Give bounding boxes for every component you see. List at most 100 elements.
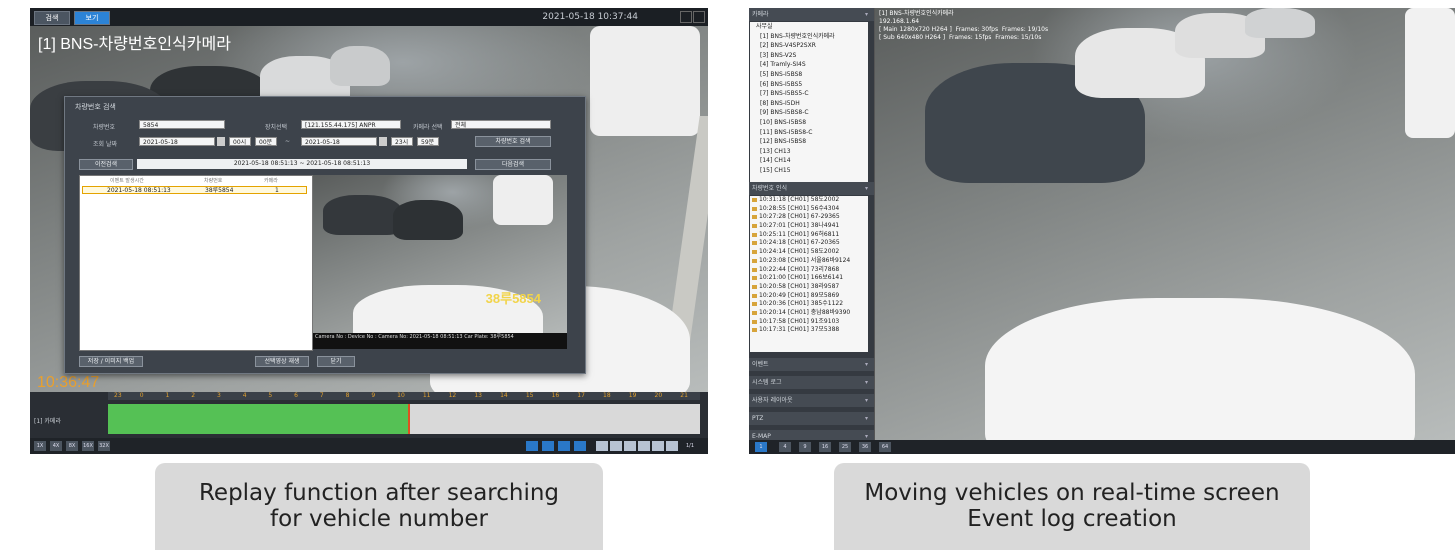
event-log-item[interactable]: 10:24:18 [CH01] 67-20365 <box>750 239 868 248</box>
sidebar-section-header[interactable]: 사용자 레이아웃 <box>749 394 874 407</box>
minimize-icon[interactable] <box>680 11 692 23</box>
sidebar-section-header[interactable]: 이벤트 <box>749 358 874 371</box>
layout-button[interactable]: 1 <box>755 442 767 452</box>
ruler-tick-label: 4 <box>242 392 247 399</box>
sidebar-section-header[interactable]: PTZ <box>749 412 874 425</box>
speed-button[interactable]: 4X <box>50 441 62 451</box>
event-log-item[interactable]: 10:24:14 [CH01] 58도2002 <box>750 248 868 257</box>
event-log-item[interactable]: 10:31:18 [CH01] 58도2002 <box>750 196 868 205</box>
layout-button[interactable]: 64 <box>879 442 891 452</box>
speed-button[interactable]: 8X <box>66 441 78 451</box>
camera-tree-item[interactable]: [2] BNS-V4SP2SXR <box>750 41 868 51</box>
layout-button[interactable]: 36 <box>859 442 871 452</box>
event-log-item[interactable]: 10:22:44 [CH01] 73리7868 <box>750 266 868 275</box>
search-icon[interactable] <box>542 441 554 451</box>
speed-button[interactable]: 32X <box>98 441 110 451</box>
mic-icon[interactable] <box>1391 442 1403 452</box>
event-log-item[interactable]: 10:27:28 [CH01] 67-29365 <box>750 213 868 222</box>
hour-to-input[interactable]: 23시 <box>391 137 413 146</box>
parked-car <box>393 200 463 240</box>
event-log-item[interactable]: 10:20:58 [CH01] 38라9587 <box>750 283 868 292</box>
layout-button[interactable]: 9 <box>799 442 811 452</box>
column-header: 이벤트 발생시간 <box>110 178 144 184</box>
camera-tree-item[interactable]: [8] BNS-I5DH <box>750 99 868 109</box>
camera-tree-item[interactable]: [7] BNS-I5BS5-C <box>750 89 868 99</box>
ruler-tick-label: 7 <box>319 392 324 399</box>
camera-tree-item[interactable]: [1] BNS-차량번호인식카메라 <box>750 32 868 42</box>
camera-tree-item[interactable]: [5] BNS-I5BS8 <box>750 70 868 80</box>
camera-tree-item[interactable]: [13] CH13 <box>750 147 868 157</box>
event-log-item[interactable]: 10:27:01 [CH01] 38나4941 <box>750 222 868 231</box>
events-header[interactable]: 차량번호 인식 <box>749 182 874 195</box>
cameras-header[interactable]: 카메라 <box>749 8 874 21</box>
search-tab-button[interactable]: 검색 <box>34 11 70 25</box>
date-from-input[interactable]: 2021-05-18 <box>139 137 215 146</box>
fast-forward-icon[interactable] <box>666 441 678 451</box>
refresh-icon[interactable] <box>1429 442 1441 452</box>
min-to-input[interactable]: 59분 <box>417 137 439 146</box>
time-ruler: 23 0 1 2 3 4 5 6 7 8 9 10 11 12 13 14 15 16 17 18 19 20 21 <box>108 392 700 400</box>
event-log-item[interactable]: 10:20:14 [CH01] 충남88바9390 <box>750 309 868 318</box>
zoom-out-icon[interactable] <box>574 441 586 451</box>
play-back-icon[interactable] <box>624 441 636 451</box>
plate-search-button[interactable]: 차량번호 검색 <box>475 136 551 147</box>
snapshot-icon[interactable] <box>526 441 538 451</box>
close-dialog-button[interactable]: 닫기 <box>317 356 355 367</box>
camera-tree-item[interactable]: [15] CH15 <box>750 166 868 176</box>
save-backup-button[interactable]: 저장 / 이미지 백업 <box>79 356 143 367</box>
caption-line: for vehicle number <box>270 506 488 532</box>
prev-search-button[interactable]: 이전검색 <box>79 159 133 170</box>
event-log-item[interactable]: 10:17:31 [CH01] 37모5388 <box>750 326 868 335</box>
layout-button[interactable]: 16 <box>819 442 831 452</box>
speed-button[interactable]: 1X <box>34 441 46 451</box>
pause-icon[interactable] <box>638 441 650 451</box>
camera-tree-item[interactable]: [3] BNS-V2S <box>750 51 868 61</box>
event-log-item[interactable]: 10:23:08 [CH01] 서울86바9124 <box>750 257 868 266</box>
layout-button[interactable]: 25 <box>839 442 851 452</box>
event-log-item[interactable]: 10:20:49 [CH01] 89모5869 <box>750 292 868 301</box>
plate-input[interactable]: 5854 <box>139 120 225 129</box>
camera-tree-item[interactable]: 사무실 <box>750 22 868 32</box>
event-log-item[interactable]: 10:20:36 [CH01] 385수1122 <box>750 300 868 309</box>
camera-tree-item[interactable]: [4] Tramly-SI4S <box>750 60 868 70</box>
zoom-icon[interactable] <box>558 441 570 451</box>
speed-button[interactable]: 16X <box>82 441 94 451</box>
ruler-tick-label: 21 <box>680 392 688 399</box>
play-selected-button[interactable]: 선택영상 재생 <box>255 356 309 367</box>
skip-back-icon[interactable] <box>596 441 608 451</box>
camera-label: 카메라 선택 <box>413 124 443 131</box>
timeline-track[interactable] <box>108 404 700 434</box>
event-log-item[interactable]: 10:25:11 [CH01] 96허6811 <box>750 231 868 240</box>
device-select[interactable]: [121.155.44.175] ANPR <box>301 120 401 129</box>
next-search-button[interactable]: 다음검색 <box>475 159 551 170</box>
camera-tree-item[interactable]: [6] BNS-I5BS5 <box>750 80 868 90</box>
calendar-icon[interactable] <box>379 137 387 146</box>
camera-tree-item[interactable]: [11] BNS-I5BS8-C <box>750 128 868 138</box>
speaker-icon[interactable] <box>1409 442 1421 452</box>
layout-button[interactable]: 4 <box>779 442 791 452</box>
event-log-item[interactable]: 10:21:00 [CH01] 166보6141 <box>750 274 868 283</box>
play-icon[interactable] <box>652 441 664 451</box>
caption-right: Moving vehicles on real-time screen Even… <box>834 463 1310 550</box>
event-log-item[interactable]: 10:28:55 [CH01] 56수4304 <box>750 205 868 214</box>
camera-tree-item[interactable]: [9] BNS-I5BS8-C <box>750 108 868 118</box>
date-to-input[interactable]: 2021-05-18 <box>301 137 377 146</box>
table-row[interactable]: 2021-05-18 08:51:13 38루5854 1 <box>82 186 307 194</box>
sidebar-section-header[interactable]: 시스템 로그 <box>749 376 874 389</box>
ruler-tick-label: 17 <box>577 392 585 399</box>
hour-from-input[interactable]: 00시 <box>229 137 251 146</box>
ruler-tick-label: 9 <box>371 392 376 399</box>
camera-tree-item[interactable]: [14] CH14 <box>750 156 868 166</box>
parked-car <box>1245 8 1315 38</box>
playhead[interactable] <box>408 404 410 434</box>
min-from-input[interactable]: 00분 <box>255 137 277 146</box>
camera-tree-item[interactable]: [10] BNS-I5BS8 <box>750 118 868 128</box>
event-log-item[interactable]: 10:17:58 [CH01] 91조9103 <box>750 318 868 327</box>
rewind-icon[interactable] <box>610 441 622 451</box>
calendar-icon[interactable] <box>217 137 225 146</box>
close-icon[interactable] <box>693 11 705 23</box>
ruler-tick-label: 19 <box>628 392 637 399</box>
camera-tree-item[interactable]: [12] BNS-I5BS8 <box>750 137 868 147</box>
camera-select[interactable]: 전체 <box>451 120 551 129</box>
view-tab-button[interactable]: 보기 <box>74 11 110 25</box>
